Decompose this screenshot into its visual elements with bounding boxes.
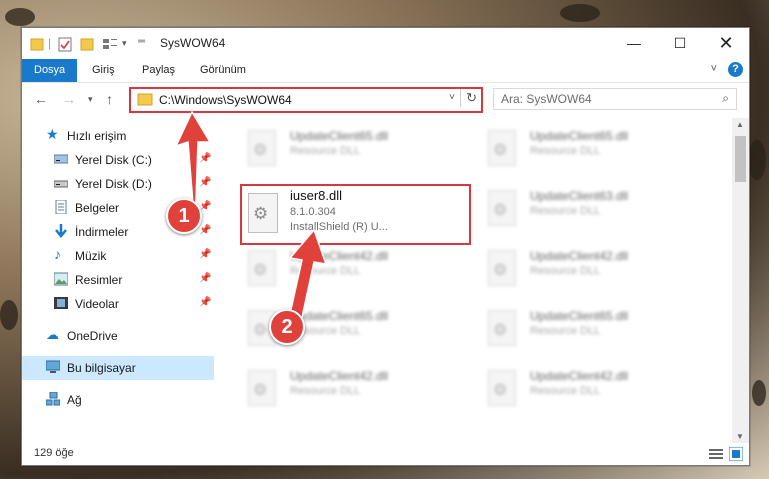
window-title: SysWOW64 [160,36,226,50]
file-icon: ⚙ [488,370,516,406]
address-path: C:\Windows\SysWOW64 [159,93,292,107]
file-icon: ⚙ [488,190,516,226]
pictures-icon [54,272,68,286]
search-icon: ⌕ [722,91,729,105]
separator: | [48,36,52,50]
file-icon: ⚙ [488,130,516,166]
minimize-button[interactable]: — [611,28,657,59]
recent-locations-icon[interactable]: ▾ [88,94,93,105]
file-icon: ⚙ [248,130,276,166]
search-placeholder: Ara: SysWOW64 [501,92,592,106]
scrollbar-thumb[interactable] [735,136,746,182]
forward-arrow-icon[interactable]: → [62,91,76,107]
file-name: iuser8.dll [290,188,343,203]
address-dropdown-icon[interactable]: ˅ [449,92,455,103]
gear-icon: ⚙ [253,322,268,339]
gear-icon: ⚙ [253,142,268,159]
list-item[interactable]: ⚙ UpdateClient63.dll Resource DLL [482,186,702,230]
list-item[interactable]: ⚙ UpdateClient42.dll Resource DLL [242,366,462,410]
folder-icon [137,93,153,106]
sidebar-item-videos[interactable]: Videolar 📌 [22,292,214,316]
navigation-bar: ← → ▾ ↑ C:\Windows\SysWOW64 ˅ ↻ Ara: Sys… [22,83,749,117]
tab-file[interactable]: Dosya [22,59,78,82]
gear-icon: ⚙ [253,382,268,399]
list-item[interactable]: ⚙ UpdateClient65.dll Resource DLL [482,306,702,350]
callout-1: 1 [166,198,202,234]
refresh-icon[interactable]: ↻ [466,90,477,106]
tab-view[interactable]: Görünüm [200,59,246,82]
background-spot [752,380,766,406]
background-spot [748,140,766,180]
sidebar-item-onedrive[interactable]: ☁ OneDrive [22,324,214,348]
drive-icon [54,180,68,188]
view-options-icon[interactable] [102,36,118,52]
background-spot [560,4,600,22]
large-icons-view-icon[interactable] [729,447,743,461]
list-item[interactable]: ⚙ UpdateClient65.dll Resource DLL [482,126,702,170]
sidebar-item-this-pc[interactable]: Bu bilgisayar [22,356,214,380]
item-count: 129 öğe [34,447,74,459]
star-icon: ★ [46,126,59,142]
list-item[interactable]: ⚙ UpdateClient42.dll Resource DLL [482,366,702,410]
vertical-scrollbar[interactable]: ▲ ▼ [732,118,749,443]
maximize-button[interactable]: ☐ [657,28,703,59]
chevron-down-icon[interactable]: ▾ [122,38,127,54]
file-version: 8.1.0.304 [290,206,336,218]
expand-ribbon-icon[interactable]: ˅ [711,63,717,75]
pin-icon[interactable]: 📌 [199,297,211,308]
file-icon: ⚙ [488,310,516,346]
download-icon [55,224,67,238]
sidebar-item-music[interactable]: ♪ Müzik 📌 [22,244,214,268]
list-item[interactable]: ⚙ UpdateClient65.dll Resource DLL [242,126,462,170]
drive-icon [54,154,68,164]
callout-2: 2 [269,309,305,345]
back-arrow-icon[interactable]: ← [34,91,48,107]
file-icon: ⚙ [248,250,276,286]
title-bar: | ▾ ═ SysWOW64 — ☐ ✕ [22,28,749,59]
explorer-window: | ▾ ═ SysWOW64 — ☐ ✕ Dosya Giriş Paylaş … [21,27,750,466]
help-icon[interactable]: ? [728,62,743,77]
scroll-up-icon[interactable]: ▲ [736,120,744,129]
folder-icon [30,38,44,51]
details-view-icon[interactable] [709,448,723,460]
sidebar-item-network[interactable]: Ağ [22,388,214,412]
search-box[interactable]: Ara: SysWOW64 ⌕ [493,88,737,110]
file-icon: ⚙ [248,370,276,406]
gear-icon: ⚙ [493,322,508,339]
pin-icon[interactable]: 📌 [199,273,211,284]
list-item[interactable]: ⚙ UpdateClient42.dll Resource DLL [482,246,702,290]
ribbon-tabs: Dosya Giriş Paylaş Görünüm ˅ ? [22,59,749,83]
scroll-down-icon[interactable]: ▼ [736,432,744,441]
file-icon: ⚙ [488,250,516,286]
status-bar: 129 öğe [22,443,749,465]
gear-icon: ⚙ [493,262,508,279]
gear-icon: ⚙ [493,202,508,219]
customize-toolbar-icon[interactable]: ═ [138,36,145,52]
sidebar-item-pictures[interactable]: Resimler 📌 [22,268,214,292]
computer-icon [46,360,60,373]
file-icon: ⚙ [248,193,278,233]
gear-icon: ⚙ [493,142,508,159]
properties-icon[interactable] [58,36,72,52]
gear-icon: ⚙ [253,204,269,223]
gear-icon: ⚙ [253,262,268,279]
tab-home[interactable]: Giriş [92,59,115,82]
divider [460,89,461,107]
network-icon [46,392,60,406]
background-spot [5,8,35,26]
new-folder-icon[interactable] [80,36,94,52]
up-arrow-icon[interactable]: ↑ [106,91,113,107]
pin-icon[interactable]: 📌 [199,249,211,260]
tab-share[interactable]: Paylaş [142,59,175,82]
cloud-icon: ☁ [46,327,59,342]
close-button[interactable]: ✕ [703,28,749,59]
videos-icon [54,297,68,309]
background-spot [0,300,18,330]
documents-icon [55,200,67,214]
gear-icon: ⚙ [493,382,508,399]
music-icon: ♪ [54,246,61,262]
